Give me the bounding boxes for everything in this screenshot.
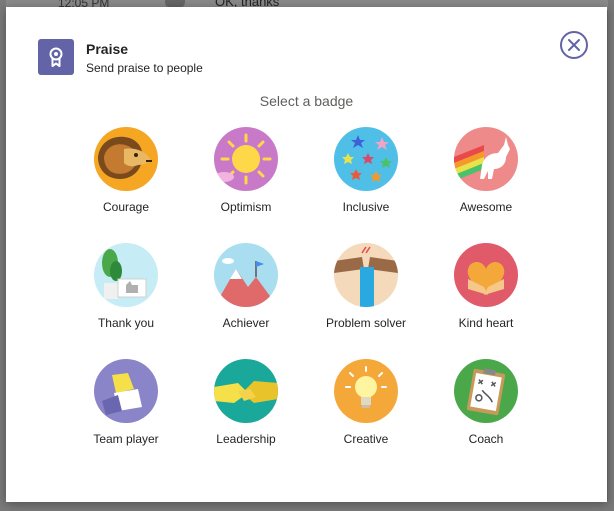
badge-inclusive[interactable]: Inclusive [306,127,426,243]
badge-kind-heart[interactable]: Kind heart [426,243,546,359]
badge-label: Awesome [459,200,513,214]
dialog-subtitle: Send praise to people [86,61,203,75]
badge-creative[interactable]: Creative [306,359,426,475]
fist-bump-icon [334,243,398,307]
select-badge-label: Select a badge [259,93,354,109]
badge-label: Team player [93,432,159,446]
badge-awesome[interactable]: Awesome [426,127,546,243]
badge-coach[interactable]: Coach [426,359,546,475]
badge-label: Optimism [220,200,272,214]
heart-hands-icon [454,243,518,307]
close-button[interactable] [560,31,588,59]
close-icon [568,39,580,51]
badge-label: Thank you [97,316,155,330]
badge-leadership[interactable]: Leadership [186,359,306,475]
unicorn-icon [454,127,518,191]
plant-thumbsup-icon [94,243,158,307]
background-bottom [0,501,614,511]
stars-icon [334,127,398,191]
mountain-flag-icon [214,243,278,307]
handshake-icon [214,359,278,423]
badge-label: Problem solver [325,316,407,330]
lightbulb-icon [334,359,398,423]
badge-optimism[interactable]: Optimism [186,127,306,243]
praise-app-icon [38,39,74,75]
badge-problem-solver[interactable]: Problem solver [306,243,426,359]
badge-label: Courage [102,200,150,214]
team-hands-icon [94,359,158,423]
badge-achiever[interactable]: Achiever [186,243,306,359]
praise-dialog: Praise Send praise to people Select a ba… [6,7,607,502]
badge-grid: Courage Optimism Inclusive Awesome Thank… [66,127,546,475]
dialog-header: Praise Send praise to people [38,39,438,75]
lion-icon [94,127,158,191]
badge-team-player[interactable]: Team player [66,359,186,475]
badge-label: Coach [468,432,504,446]
sun-icon [214,127,278,191]
badge-label: Kind heart [458,316,514,330]
badge-label: Leadership [216,432,276,446]
badge-label: Creative [343,432,389,446]
badge-thank-you[interactable]: Thank you [66,243,186,359]
badge-label: Inclusive [342,200,390,214]
badge-label: Achiever [222,316,270,330]
dialog-title: Praise [86,41,129,57]
background-right [608,0,614,511]
clipboard-icon [454,359,518,423]
badge-courage[interactable]: Courage [66,127,186,243]
